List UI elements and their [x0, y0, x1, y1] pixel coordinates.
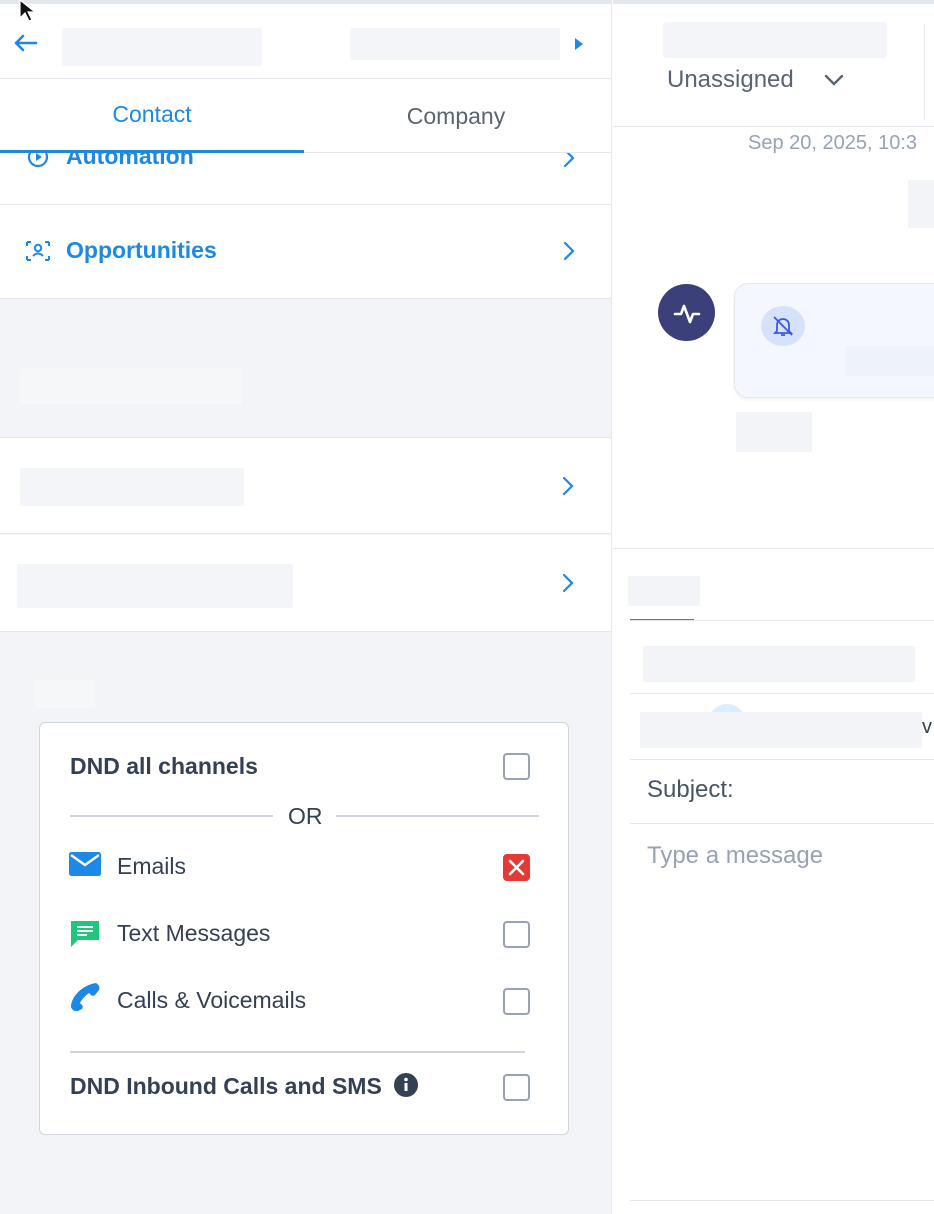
row-label-placeholder: [20, 468, 244, 506]
message-input[interactable]: [647, 842, 927, 870]
back-arrow-icon[interactable]: [10, 28, 40, 58]
emails-label: Emails: [117, 853, 187, 879]
divider: [630, 693, 934, 694]
to-field-placeholder[interactable]: [640, 712, 922, 748]
message-chip-placeholder: [908, 180, 934, 228]
tab-contact[interactable]: Contact: [0, 79, 304, 153]
divider: [630, 620, 934, 621]
dnd-inbound-checkbox[interactable]: [503, 1074, 530, 1101]
divider: [70, 815, 273, 817]
dnd-section-heading-placeholder: [35, 680, 95, 708]
notification-badge: [761, 306, 805, 346]
bell-off-icon: [772, 316, 794, 336]
chevron-right-icon: [562, 573, 574, 593]
chevron-down-icon[interactable]: [823, 72, 845, 88]
sidebar-item-collapsed-1[interactable]: [0, 437, 611, 534]
sidebar-item-opportunities[interactable]: Opportunities: [0, 205, 611, 299]
conversation-header: Unassigned: [613, 0, 934, 127]
dnd-inbound-label: DND Inbound Calls and SMS: [70, 1073, 382, 1099]
divider: [924, 24, 925, 120]
emails-checkbox[interactable]: [503, 854, 530, 881]
chevron-right-icon: [562, 476, 574, 496]
close-icon: [508, 859, 525, 876]
header-title-placeholder: [663, 22, 887, 58]
sidebar-header: [0, 0, 611, 79]
or-separator: OR: [288, 803, 323, 829]
divider: [630, 1200, 934, 1201]
opportunities-icon: [26, 241, 50, 261]
dnd-all-channels-label: DND all channels: [70, 753, 258, 779]
conversation-panel: Unassigned Sep 20, 2025, 10:3 v Subject:: [613, 0, 934, 1214]
contact-sidebar: Contact Company Automation Opportunities: [0, 0, 612, 1214]
automation-icon: [27, 153, 49, 168]
message-timestamp: Sep 20, 2025, 10:3: [748, 132, 918, 154]
chevron-right-icon: [563, 241, 575, 261]
divider: [336, 815, 539, 817]
divider: [630, 759, 934, 760]
dnd-settings-card: DND all channels OR Emails Text Messages…: [39, 722, 569, 1135]
sidebar-item-collapsed-2[interactable]: [0, 535, 611, 632]
chevron-right-icon: [563, 153, 575, 168]
composer-tab-placeholder[interactable]: [628, 576, 700, 606]
contact-name-placeholder: [62, 28, 262, 66]
calls-voicemails-label: Calls & Voicemails: [117, 987, 307, 1013]
phone-icon: [71, 983, 100, 1011]
subject-label: Subject:: [647, 776, 734, 803]
divider: [630, 823, 934, 824]
tab-company[interactable]: Company: [304, 79, 608, 153]
section-heading-placeholder: [20, 368, 242, 404]
sidebar-tabs: Contact Company: [0, 79, 611, 153]
calls-voicemails-checkbox[interactable]: [503, 988, 530, 1015]
row-label-placeholder: [17, 564, 293, 608]
text-messages-label: Text Messages: [117, 920, 271, 946]
to-field-overflow-text: v: [922, 716, 932, 738]
divider: [613, 548, 934, 549]
activity-icon: [673, 304, 701, 324]
divider: [70, 1051, 525, 1053]
sidebar-item-label: Opportunities: [66, 237, 217, 263]
from-field-placeholder[interactable]: [643, 646, 915, 682]
caret-right-icon[interactable]: [573, 36, 585, 52]
sidebar-item-automation[interactable]: Automation: [0, 153, 611, 205]
dnd-all-channels-checkbox[interactable]: [503, 753, 530, 780]
header-info-placeholder: [350, 28, 560, 60]
avatar: [658, 284, 715, 341]
text-messages-checkbox[interactable]: [503, 921, 530, 948]
email-icon: [69, 852, 101, 876]
sidebar-item-label: Automation: [66, 153, 194, 169]
sms-icon: [71, 921, 99, 947]
info-icon[interactable]: [393, 1072, 419, 1098]
mouse-cursor-icon: [19, 0, 37, 22]
message-text-placeholder: [845, 346, 934, 376]
assignee-dropdown[interactable]: Unassigned: [667, 66, 794, 94]
message-meta-placeholder: [736, 412, 812, 452]
activity-message-bubble: [734, 283, 934, 398]
